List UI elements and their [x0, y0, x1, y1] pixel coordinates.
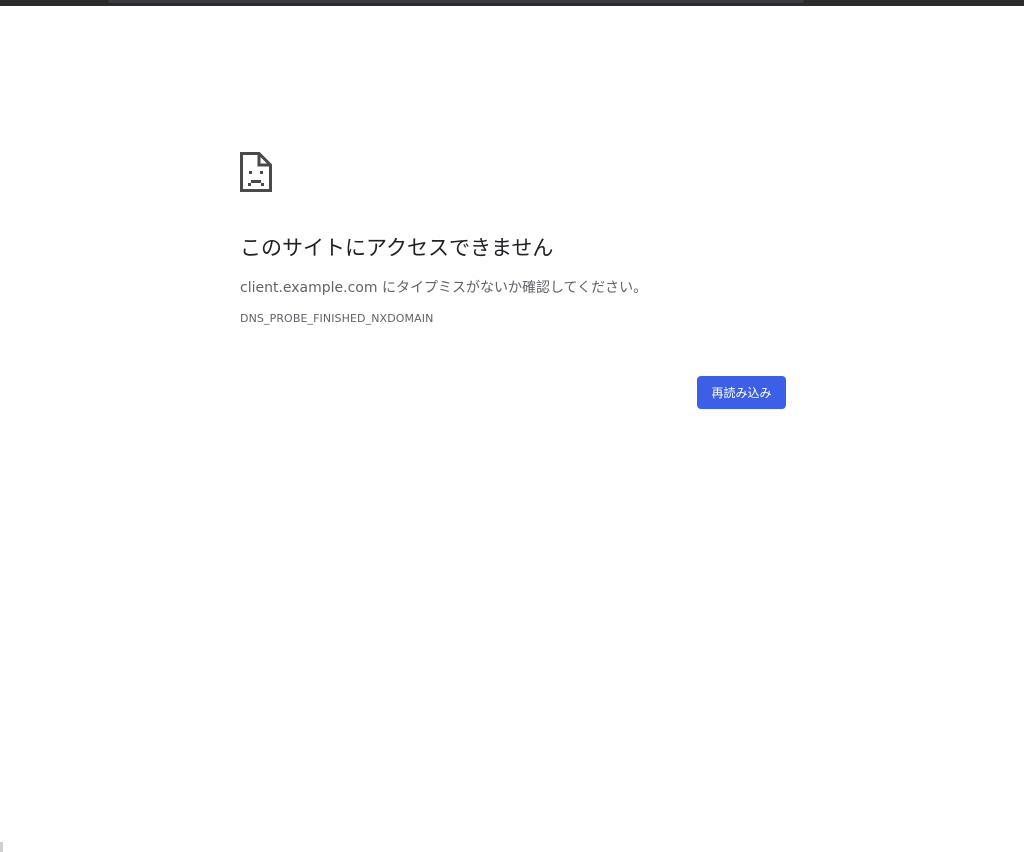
error-title: このサイトにアクセスできません [240, 236, 554, 260]
sad-document-icon [240, 152, 272, 192]
error-message: client.example.com にタイプミスがないか確認してください。 [240, 280, 648, 296]
error-code: DNS_PROBE_FINISHED_NXDOMAIN [240, 312, 434, 325]
browser-top-bar-edge [108, 0, 804, 3]
browser-top-bar [0, 0, 1024, 6]
window-corner-mark [0, 842, 3, 852]
reload-button[interactable]: 再読み込み [697, 376, 786, 409]
